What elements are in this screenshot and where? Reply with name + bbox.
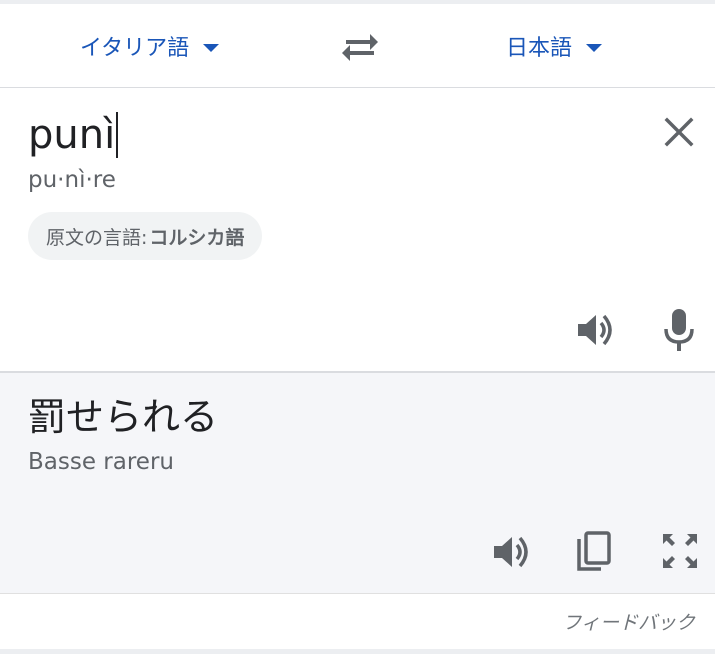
source-text-input[interactable]: punì	[28, 111, 119, 159]
swap-horiz-icon	[342, 34, 378, 61]
source-language-selector[interactable]: イタリア語	[80, 28, 220, 64]
fullscreen-icon	[663, 534, 697, 568]
volume-up-icon	[494, 536, 528, 568]
target-language-label: 日本語	[506, 36, 573, 61]
translate-page: イタリア語 日本語 punì pu·nì·re 原文の言語: コルシカ語 罰せら…	[0, 0, 715, 654]
content-copy-icon	[577, 531, 611, 571]
target-language-selector[interactable]: 日本語	[506, 28, 603, 64]
close-icon	[664, 117, 694, 147]
detected-language-chip[interactable]: 原文の言語: コルシカ語	[28, 212, 263, 260]
source-listen-button[interactable]	[574, 309, 616, 351]
source-language-label: イタリア語	[80, 36, 190, 61]
detected-language-prefix: 原文の言語:	[46, 226, 148, 249]
copy-translation-button[interactable]	[576, 531, 612, 573]
footer: フィードバック	[0, 593, 715, 649]
source-input-area[interactable]: punì pu·nì·re 原文の言語: コルシカ語	[0, 89, 715, 371]
source-dropdown-arrow-icon	[203, 44, 220, 52]
target-dropdown-arrow-icon	[586, 44, 603, 52]
feedback-link[interactable]: フィードバック	[562, 608, 695, 635]
fullscreen-button[interactable]	[660, 531, 700, 571]
source-pronunciation: pu·nì·re	[28, 167, 116, 193]
result-listen-button[interactable]	[490, 531, 532, 573]
mic-icon	[664, 309, 694, 351]
bottom-divider	[0, 649, 715, 654]
source-text: punì	[28, 112, 116, 158]
swap-languages-button[interactable]	[340, 30, 380, 66]
language-bar: イタリア語 日本語	[0, 4, 715, 88]
clear-text-button[interactable]	[658, 111, 700, 153]
translated-romanization: Basse rareru	[28, 449, 174, 475]
voice-input-button[interactable]	[662, 307, 696, 353]
translated-text: 罰せられる	[28, 395, 219, 439]
translation-result-area: 罰せられる Basse rareru	[0, 371, 715, 593]
volume-up-icon	[578, 314, 612, 346]
text-cursor	[116, 112, 119, 158]
detected-language-name: コルシカ語	[149, 226, 245, 249]
